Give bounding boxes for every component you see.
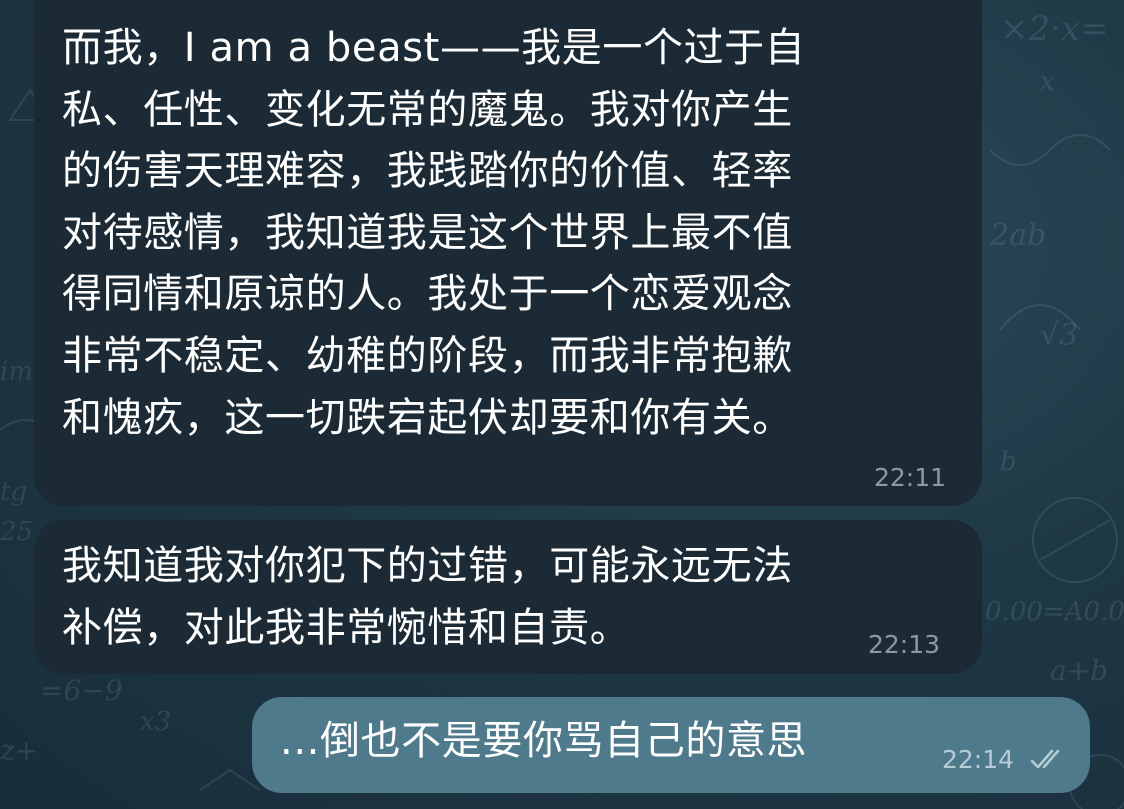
svg-text:x: x bbox=[1040, 67, 1055, 97]
svg-text:0.00=A0.0: 0.00=A0.0 bbox=[985, 597, 1124, 627]
svg-text:2ab: 2ab bbox=[989, 218, 1046, 253]
message-timestamp: 22:11 bbox=[874, 463, 947, 492]
message-line: 我知道我对你犯下的过错，可能永远无法 bbox=[62, 543, 793, 589]
svg-text:a+b: a+b bbox=[1050, 654, 1108, 687]
double-check-read-icon bbox=[1030, 749, 1060, 769]
message-line: ...倒也不是要你骂自己的意思 bbox=[280, 718, 808, 764]
svg-text:tg: tg bbox=[0, 477, 27, 507]
svg-text:z+: z+ bbox=[0, 734, 38, 767]
message-text: ...倒也不是要你骂自己的意思 bbox=[280, 711, 807, 773]
message-timestamp: 22:13 bbox=[868, 630, 941, 659]
message-bubble-incoming[interactable]: 我知道我对你犯下的过错，可能永远无法 补偿，对此我非常惋惜和自责。 22:13 bbox=[34, 520, 982, 674]
message-line: 而我，I am a beast——我是一个过于自 bbox=[62, 25, 806, 71]
message-line: 得同情和原谅的人。我处于一个恋爱观念 bbox=[62, 271, 793, 318]
svg-text:x3: x3 bbox=[140, 707, 171, 737]
message-timestamp: 22:14 bbox=[942, 745, 1015, 774]
message-line: 私、任性、变化无常的魔鬼。我对你产生 bbox=[62, 86, 793, 133]
message-bubble-outgoing[interactable]: ...倒也不是要你骂自己的意思 22:14 bbox=[252, 697, 1090, 793]
message-text: 而我，I am a beast——我是一个过于自 私、任性、变化无常的魔鬼。我对… bbox=[62, 18, 805, 449]
message-line: 和愧疚，这一切跌宕起伏却要和你有关。 bbox=[62, 394, 793, 441]
svg-text:=6−9: =6−9 bbox=[40, 674, 123, 707]
svg-text:√3: √3 bbox=[1040, 318, 1078, 353]
message-line: 非常不稳定、幼稚的阶段，而我非常抱歉 bbox=[62, 332, 793, 379]
message-bubble-incoming[interactable]: 而我，I am a beast——我是一个过于自 私、任性、变化无常的魔鬼。我对… bbox=[34, 0, 982, 506]
message-text: 我知道我对你犯下的过错，可能永远无法 补偿，对此我非常惋惜和自责。 bbox=[62, 536, 793, 659]
svg-text:×2·x=: ×2·x= bbox=[1000, 9, 1109, 49]
message-line: 对待感情，我知道我是这个世界上最不值 bbox=[62, 209, 793, 256]
svg-text:im: im bbox=[0, 357, 33, 387]
message-line: 的伤害天理难容，我践踏你的价值、轻率 bbox=[62, 148, 793, 195]
message-line: 补偿，对此我非常惋惜和自责。 bbox=[62, 604, 631, 651]
svg-text:b: b bbox=[1000, 447, 1017, 477]
svg-text:25: 25 bbox=[0, 517, 33, 547]
